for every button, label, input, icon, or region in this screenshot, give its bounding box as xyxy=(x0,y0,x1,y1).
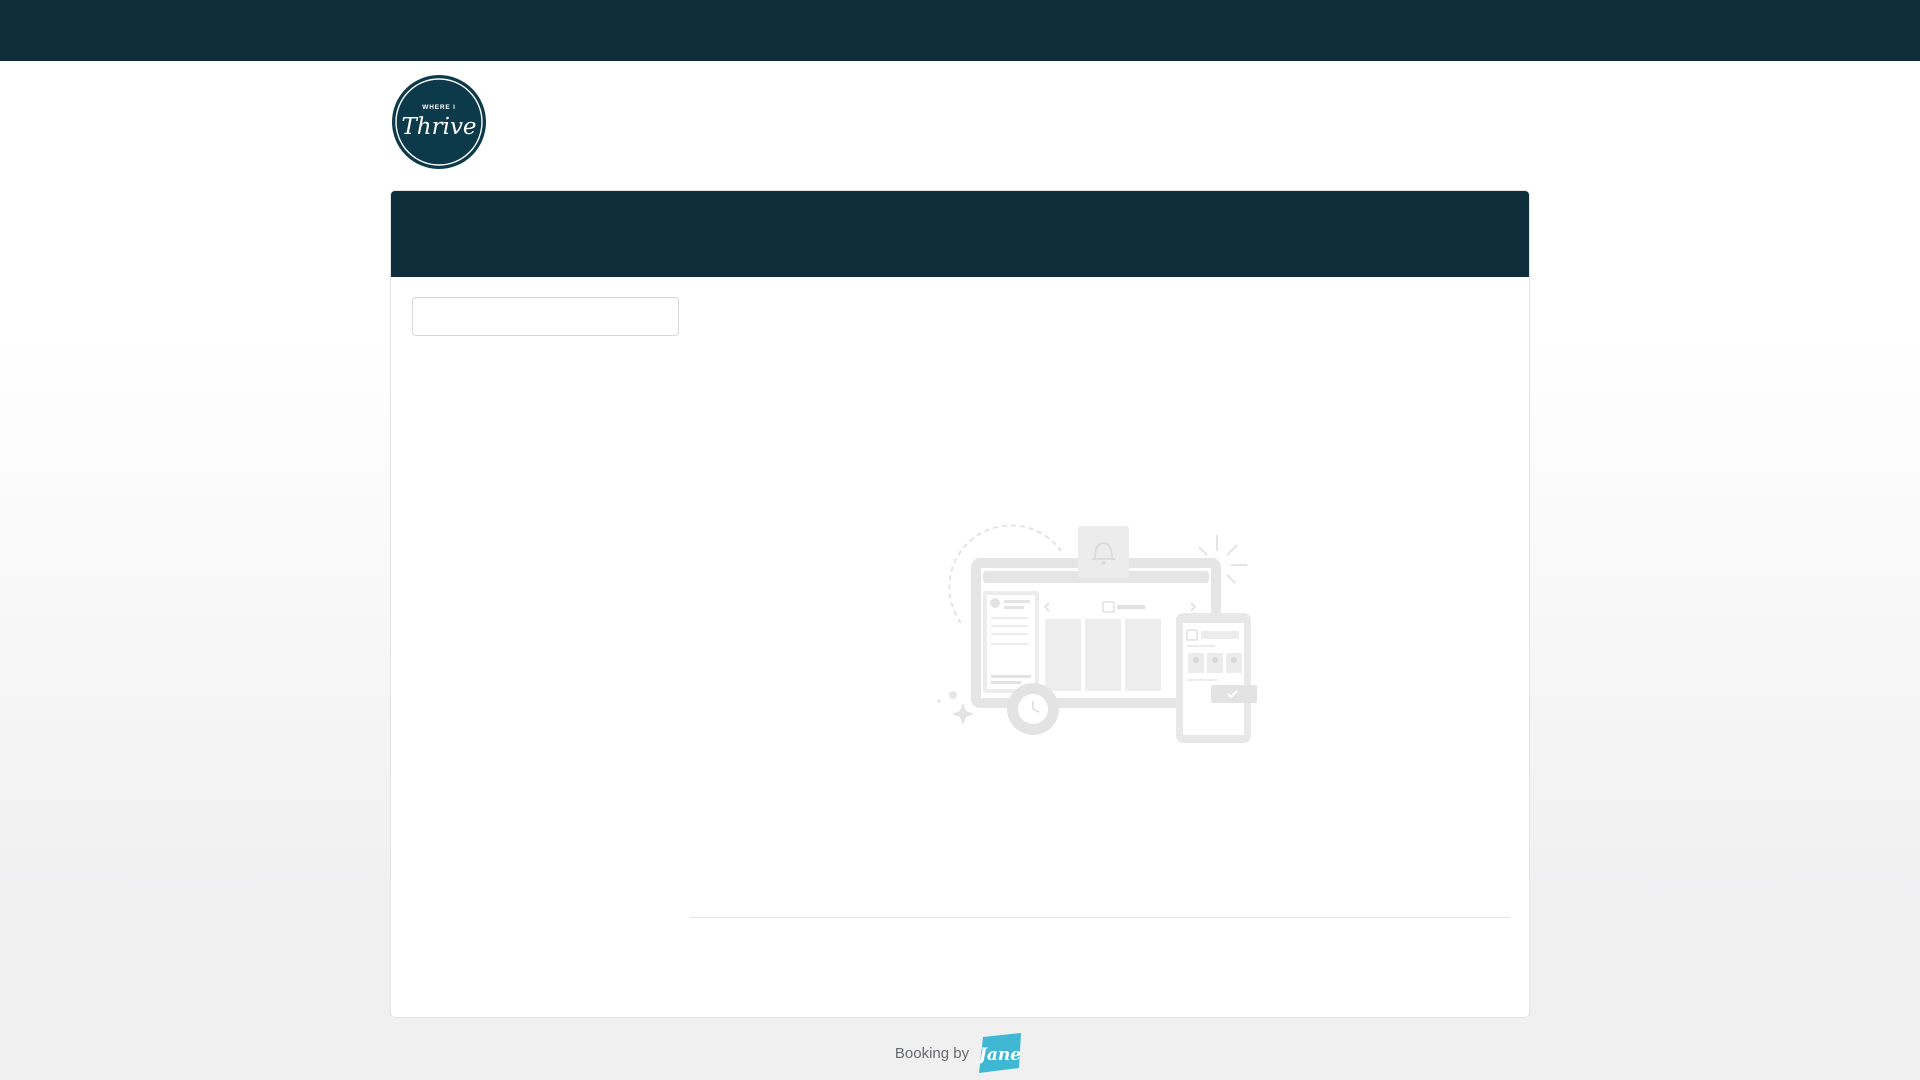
content-divider xyxy=(690,917,1510,918)
jane-logo: Jane xyxy=(976,1033,1021,1073)
jane-logo-text: Jane xyxy=(976,1045,1021,1065)
clinic-logo-badge: WHERE I Thrive xyxy=(392,75,486,169)
search-input[interactable] xyxy=(412,297,679,336)
svg-text:WHERE I: WHERE I xyxy=(422,104,455,111)
panel-header-bar xyxy=(391,191,1529,277)
svg-text:Thrive: Thrive xyxy=(401,114,476,140)
booking-panel xyxy=(390,190,1530,1018)
top-nav-bar xyxy=(0,0,1920,61)
footer: Booking by Jane xyxy=(0,1030,1920,1076)
clinic-logo[interactable]: WHERE I Thrive xyxy=(390,73,488,171)
booking-by-text: Booking by xyxy=(894,1044,970,1062)
booking-calendar-illustration-icon xyxy=(931,513,1261,743)
jane-logo-link[interactable]: Jane xyxy=(975,1032,1025,1074)
